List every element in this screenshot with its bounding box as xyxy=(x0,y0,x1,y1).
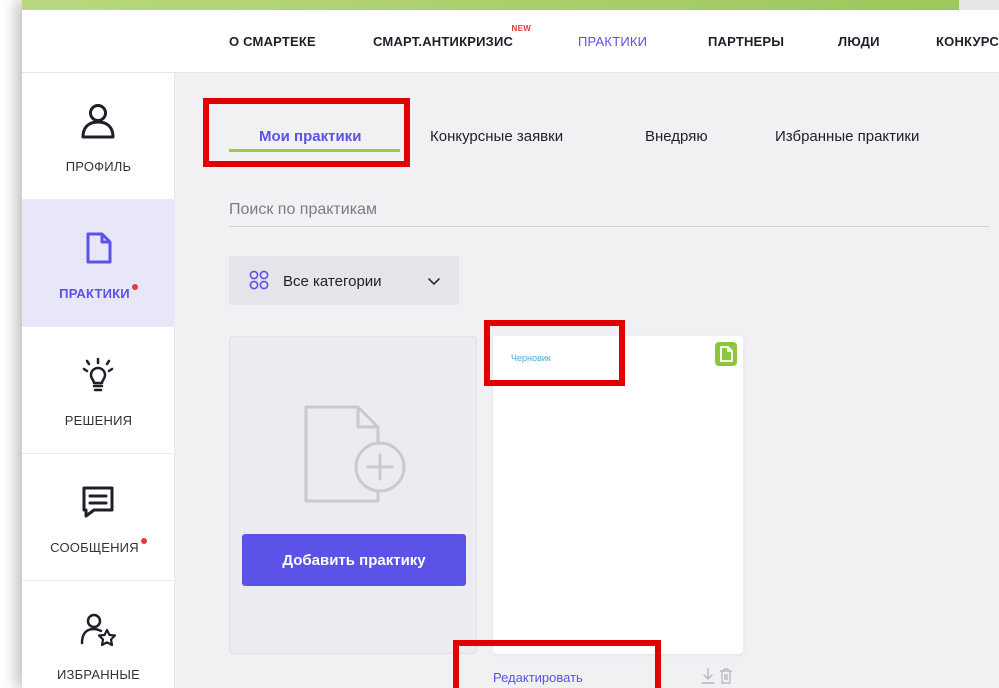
draft-status-label: Черновик xyxy=(511,353,551,363)
category-dropdown[interactable]: Все категории xyxy=(229,256,459,305)
practice-card-draft[interactable]: Черновик xyxy=(493,336,743,654)
nav-about[interactable]: О СМАРТЕКЕ xyxy=(229,34,316,49)
add-practice-card: Добавить практику xyxy=(229,336,477,654)
tab-favorite-practices[interactable]: Избранные практики xyxy=(775,128,919,145)
lightbulb-icon xyxy=(82,357,114,392)
practices-tabs: Мои практики Конкурсные заявки Внедряю И… xyxy=(175,118,999,162)
sidebar-item-messages[interactable]: СООБЩЕНИЯ xyxy=(22,454,175,581)
document-icon xyxy=(715,342,737,366)
tab-implementing[interactable]: Внедряю xyxy=(645,128,708,145)
nav-contest[interactable]: КОНКУРС xyxy=(936,34,999,49)
sidebar-item-favorites[interactable]: ИЗБРАННЫЕ xyxy=(22,581,175,688)
document-icon xyxy=(86,232,112,264)
user-icon xyxy=(81,104,115,139)
add-practice-button[interactable]: Добавить практику xyxy=(242,534,466,586)
sidebar-item-solutions[interactable]: РЕШЕНИЯ xyxy=(22,327,175,454)
add-document-icon xyxy=(304,405,406,503)
chevron-down-icon xyxy=(428,278,440,285)
draft-card-actions: Редактировать xyxy=(493,664,743,688)
tab-my-practices[interactable]: Мои практики xyxy=(259,128,361,145)
sidebar-item-label: ПРОФИЛЬ xyxy=(65,159,132,174)
sidebar: ПРОФИЛЬ ПРАКТИКИ РЕШЕНИЯ СООБЩЕНИЯ ИЗБРА… xyxy=(22,73,175,688)
sidebar-item-label: СООБЩЕНИЯ xyxy=(22,538,175,555)
download-icon[interactable] xyxy=(701,668,715,684)
active-tab-underline xyxy=(229,149,400,152)
nav-practices[interactable]: ПРАКТИКИ xyxy=(578,34,647,49)
search-input[interactable] xyxy=(229,193,989,227)
notification-dot xyxy=(131,284,138,290)
sidebar-item-profile[interactable]: ПРОФИЛЬ xyxy=(22,73,175,200)
nav-anticrisis[interactable]: СМАРТ.АНТИКРИЗИС NEW xyxy=(373,24,531,49)
trash-icon[interactable] xyxy=(719,668,733,684)
edit-practice-link[interactable]: Редактировать xyxy=(493,670,583,685)
category-label: Все категории xyxy=(283,273,382,290)
new-badge: NEW xyxy=(511,24,532,33)
favorites-icon xyxy=(80,613,117,647)
top-accent-strip xyxy=(22,0,999,10)
nav-partners[interactable]: ПАРТНЕРЫ xyxy=(708,34,784,49)
sidebar-item-label: РЕШЕНИЯ xyxy=(64,413,133,428)
tab-contest-applications[interactable]: Конкурсные заявки xyxy=(430,128,563,145)
sidebar-item-label: ИЗБРАННЫЕ xyxy=(57,667,140,682)
nav-anticrisis-label: СМАРТ.АНТИКРИЗИС xyxy=(373,34,514,49)
sidebar-item-practices[interactable]: ПРАКТИКИ xyxy=(22,200,175,327)
notification-dot xyxy=(140,538,147,544)
nav-people[interactable]: ЛЮДИ xyxy=(838,34,880,49)
main-nav: О СМАРТЕКЕ СМАРТ.АНТИКРИЗИС NEW ПРАКТИКИ… xyxy=(22,10,999,73)
categories-grid-icon xyxy=(249,270,269,290)
message-icon xyxy=(82,486,114,518)
header: О СМАРТЕКЕ СМАРТ.АНТИКРИЗИС NEW ПРАКТИКИ… xyxy=(22,10,999,73)
sidebar-item-label: ПРАКТИКИ xyxy=(22,284,175,301)
